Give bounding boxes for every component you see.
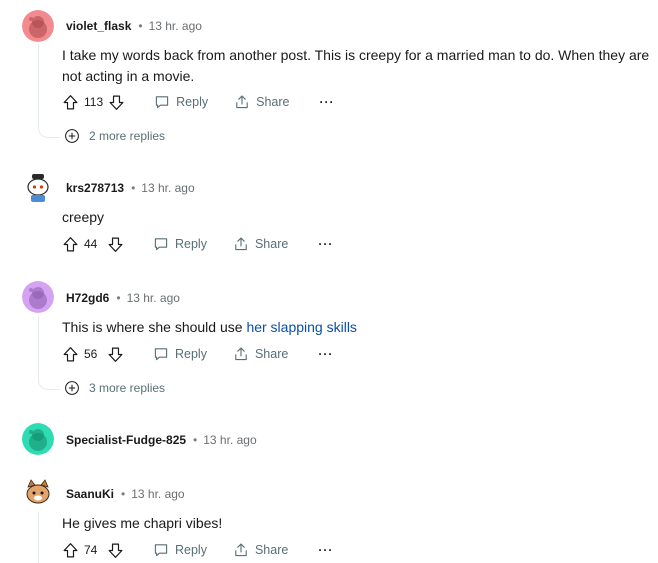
share-upload-icon bbox=[235, 543, 247, 557]
comment-body: This is where she should use her slappin… bbox=[62, 317, 652, 338]
speech-bubble-icon bbox=[154, 544, 168, 557]
speech-bubble-icon bbox=[154, 238, 168, 251]
more-replies-button[interactable]: 3 more replies bbox=[64, 380, 165, 396]
comment-actions: 56 Reply Share ··· bbox=[60, 342, 333, 366]
separator-dot: • bbox=[138, 19, 143, 33]
thread-line[interactable] bbox=[38, 44, 39, 124]
comment-body: creepy bbox=[62, 209, 105, 225]
timestamp[interactable]: 13 hr. ago bbox=[149, 19, 202, 33]
reply-button[interactable]: Reply bbox=[154, 94, 208, 110]
thread-line[interactable] bbox=[38, 512, 39, 563]
comment-meta: Specialist-Fudge-825 • 13 hr. ago bbox=[66, 432, 257, 448]
vote-score: 56 bbox=[84, 347, 98, 361]
ellipsis-icon[interactable]: ··· bbox=[318, 543, 333, 557]
share-button[interactable]: Share bbox=[233, 346, 288, 362]
more-replies-label: 3 more replies bbox=[89, 381, 166, 395]
avatar[interactable] bbox=[22, 281, 54, 313]
share-label: Share bbox=[254, 543, 289, 557]
plus-circle-icon bbox=[65, 129, 79, 143]
avatar[interactable] bbox=[22, 171, 54, 203]
avatar[interactable] bbox=[22, 10, 54, 42]
share-upload-icon bbox=[236, 95, 248, 109]
timestamp[interactable]: 13 hr. ago bbox=[131, 487, 184, 501]
username[interactable]: H72gd6 bbox=[66, 291, 109, 305]
reply-button[interactable]: Reply bbox=[153, 346, 207, 362]
speech-bubble-icon bbox=[154, 348, 168, 361]
share-label: Share bbox=[254, 237, 289, 251]
username[interactable]: Specialist-Fudge-825 bbox=[66, 433, 186, 447]
vote-score: 74 bbox=[84, 543, 98, 557]
thread-elbow bbox=[38, 376, 60, 390]
share-button[interactable]: Share bbox=[233, 542, 288, 558]
downvote-arrow-icon[interactable] bbox=[106, 92, 126, 112]
more-replies-button[interactable]: 2 more replies bbox=[64, 128, 165, 144]
share-upload-icon bbox=[235, 237, 247, 251]
share-button[interactable]: Share bbox=[234, 94, 289, 110]
upvote-arrow-icon[interactable] bbox=[60, 344, 80, 364]
timestamp[interactable]: 13 hr. ago bbox=[141, 181, 194, 195]
comment-text: This is where she should use bbox=[62, 319, 247, 335]
avatar[interactable] bbox=[22, 477, 54, 509]
downvote-arrow-icon[interactable] bbox=[105, 540, 125, 560]
comment-actions: 74 Reply Share ··· bbox=[60, 538, 333, 562]
comment-meta: krs278713 • 13 hr. ago bbox=[66, 180, 195, 196]
upvote-arrow-icon[interactable] bbox=[60, 540, 80, 560]
comment-meta: H72gd6 • 13 hr. ago bbox=[66, 290, 180, 306]
reply-button[interactable]: Reply bbox=[153, 236, 207, 252]
reply-label: Reply bbox=[175, 237, 207, 251]
share-upload-icon bbox=[235, 347, 247, 361]
username[interactable]: krs278713 bbox=[66, 181, 124, 195]
vote-score: 44 bbox=[84, 237, 98, 251]
username[interactable]: violet_flask bbox=[66, 19, 131, 33]
comment-meta: violet_flask • 13 hr. ago bbox=[66, 18, 202, 34]
comment-meta: SaanuKi • 13 hr. ago bbox=[66, 486, 185, 502]
reply-label: Reply bbox=[175, 543, 207, 557]
comment-link[interactable]: her slapping skills bbox=[246, 319, 357, 335]
separator-dot: • bbox=[131, 181, 136, 195]
ellipsis-icon[interactable]: ··· bbox=[319, 95, 334, 109]
downvote-arrow-icon[interactable] bbox=[105, 234, 125, 254]
timestamp[interactable]: 13 hr. ago bbox=[127, 291, 180, 305]
share-label: Share bbox=[254, 347, 289, 361]
upvote-arrow-icon[interactable] bbox=[60, 92, 80, 112]
separator-dot: • bbox=[193, 433, 198, 447]
plus-circle-icon bbox=[65, 381, 79, 395]
speech-bubble-icon bbox=[155, 96, 169, 109]
vote-score: 113 bbox=[84, 95, 104, 109]
ellipsis-icon[interactable]: ··· bbox=[318, 237, 333, 251]
separator-dot: • bbox=[116, 291, 121, 305]
comment-actions: 44 Reply Share ··· bbox=[60, 232, 333, 256]
reply-label: Reply bbox=[175, 347, 207, 361]
more-replies-label: 2 more replies bbox=[89, 129, 166, 143]
ellipsis-icon[interactable]: ··· bbox=[318, 347, 333, 361]
reply-button[interactable]: Reply bbox=[153, 542, 207, 558]
reply-label: Reply bbox=[176, 95, 209, 109]
comment-actions: 113 Reply Share ··· bbox=[60, 90, 334, 114]
thread-line[interactable] bbox=[38, 316, 39, 376]
avatar[interactable] bbox=[22, 423, 54, 455]
timestamp[interactable]: 13 hr. ago bbox=[203, 433, 256, 447]
upvote-arrow-icon[interactable] bbox=[60, 234, 80, 254]
separator-dot: • bbox=[121, 487, 126, 501]
share-button[interactable]: Share bbox=[233, 236, 288, 252]
comment-body: I take my words back from another post. … bbox=[62, 47, 650, 84]
comment-body: He gives me chapri vibes! bbox=[62, 515, 223, 531]
username[interactable]: SaanuKi bbox=[66, 487, 114, 501]
thread-elbow bbox=[38, 124, 60, 138]
downvote-arrow-icon[interactable] bbox=[105, 344, 125, 364]
share-label: Share bbox=[256, 95, 290, 109]
